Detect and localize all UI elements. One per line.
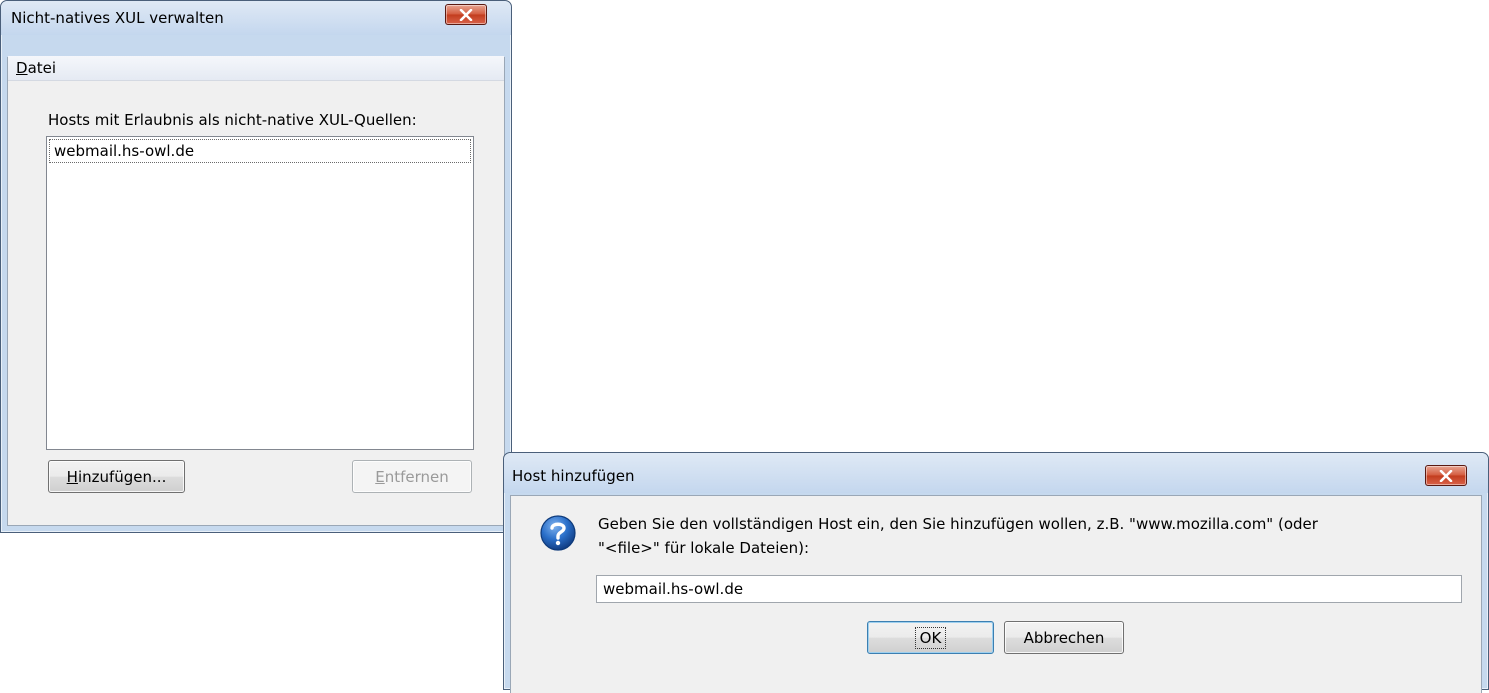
list-item-label: webmail.hs-owl.de <box>54 142 195 160</box>
dialog-titlebar[interactable]: Host hinzufügen <box>504 453 1488 493</box>
menu-file-label: atei <box>27 59 57 77</box>
hosts-label: Hosts mit Erlaubnis als nicht-native XUL… <box>48 111 417 129</box>
remove-label: ntfernen <box>384 467 449 486</box>
titlebar[interactable]: Nicht-natives XUL verwalten <box>1 1 511 35</box>
close-icon <box>1439 469 1453 482</box>
cancel-label: Abbrechen <box>1023 628 1105 647</box>
window-client: Datei Hosts mit Erlaubnis als nicht-nati… <box>7 56 505 526</box>
close-button[interactable] <box>445 4 487 25</box>
list-item[interactable]: webmail.hs-owl.de <box>49 139 471 163</box>
add-label: inzufügen... <box>77 467 167 486</box>
hosts-listbox[interactable]: webmail.hs-owl.de <box>46 136 474 450</box>
prompt-text-line1: Geben Sie den vollständigen Host ein, de… <box>598 515 1318 533</box>
close-icon <box>459 8 473 21</box>
dialog-client: Geben Sie den vollständigen Host ein, de… <box>510 495 1482 693</box>
add-accesskey: H <box>66 467 78 486</box>
cancel-button[interactable]: Abbrechen <box>1004 621 1124 654</box>
window-title: Nicht-natives XUL verwalten <box>11 9 224 27</box>
ok-button[interactable]: OK <box>867 621 994 654</box>
remove-host-button[interactable]: Entfernen <box>352 460 472 493</box>
host-input[interactable] <box>596 575 1462 603</box>
manage-xul-window: Nicht-natives XUL verwalten Datei Hosts … <box>0 0 512 533</box>
dialog-close-button[interactable] <box>1425 465 1467 486</box>
add-host-button[interactable]: Hinzufügen... <box>48 460 185 493</box>
menu-file-accesskey: D <box>16 59 28 77</box>
question-icon <box>540 515 576 551</box>
remove-accesskey: E <box>375 467 385 486</box>
menubar: Datei <box>8 56 504 81</box>
add-host-dialog: Host hinzufügen Geben Sie den vollständi… <box>503 452 1489 693</box>
ok-label: OK <box>914 626 947 649</box>
menu-file[interactable]: Datei <box>16 59 56 77</box>
dialog-title: Host hinzufügen <box>512 467 635 485</box>
prompt-text-line2: "<file>" für lokale Dateien): <box>598 539 810 557</box>
